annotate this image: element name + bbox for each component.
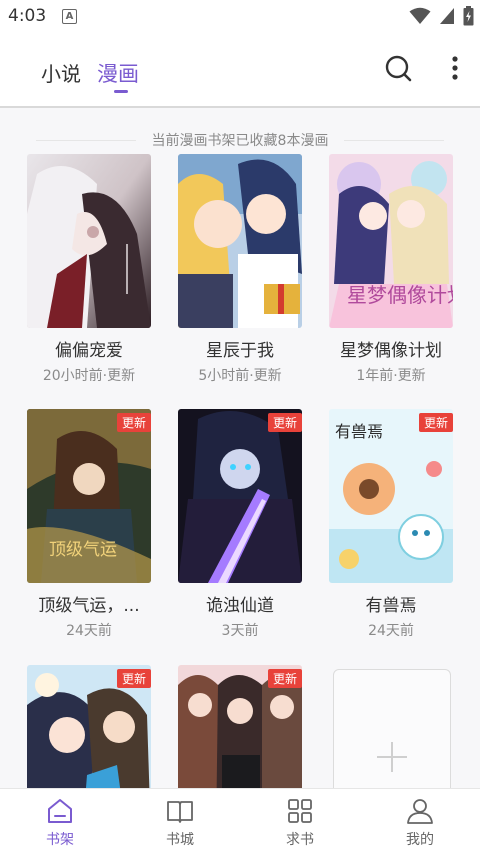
comic-update-time: 5小时前·更新 <box>198 368 282 384</box>
bookshelf-icon <box>48 799 72 823</box>
update-badge: 更新 <box>267 669 302 688</box>
nav-item-store[interactable]: 书城 <box>120 789 240 853</box>
nav-item-profile[interactable]: 我的 <box>360 789 480 853</box>
comic-title: 偏偏宠爱 <box>55 341 123 361</box>
more-options-button[interactable] <box>439 52 471 84</box>
nav-label: 书城 <box>166 832 194 848</box>
comic-card[interactable]: 更新 <box>178 665 304 788</box>
comic-cover: 星梦偶像计划 <box>329 154 453 328</box>
update-badge: 更新 <box>116 669 151 688</box>
shelf-summary: 当前漫画书架已收藏8本漫画 <box>151 133 329 149</box>
user-icon <box>407 799 433 824</box>
comic-title: 顶级气运，... <box>38 596 140 616</box>
tab-comic[interactable]: 漫画 <box>97 58 139 88</box>
grid-icon <box>288 799 312 823</box>
comic-update-time: 3天前 <box>221 623 259 639</box>
search-icon <box>385 55 412 82</box>
bookshelf-content[interactable]: 当前漫画书架已收藏8本漫画 偏偏宠爱 20小时前·更新 星辰于我 5小时前·更新… <box>0 108 480 788</box>
cover-logo-text: 有兽焉 <box>335 422 383 441</box>
wifi-icon <box>409 7 431 24</box>
nav-item-request[interactable]: 求书 <box>240 789 360 853</box>
status-icons <box>409 6 474 26</box>
update-badge: 更新 <box>116 413 151 432</box>
comic-card[interactable]: 星辰于我 5小时前·更新 <box>178 154 304 385</box>
nav-label: 书架 <box>46 832 74 848</box>
update-badge: 更新 <box>418 413 453 432</box>
cover-logo-text: 星梦偶像计划 <box>347 283 453 307</box>
comic-card[interactable]: 有兽焉 更新 有兽焉 24天前 <box>329 409 455 640</box>
active-tab-indicator <box>114 90 128 93</box>
comic-cover: 更新 <box>178 665 302 788</box>
comic-cover: 更新 <box>27 665 151 788</box>
comic-card[interactable]: 更新 <box>27 665 153 788</box>
status-bar: 4:03 A <box>0 0 480 32</box>
comic-cover <box>27 154 151 328</box>
cover-logo-text: 顶级气运 <box>49 540 117 560</box>
comic-update-time: 24天前 <box>368 623 414 639</box>
shelf-summary-row: 当前漫画书架已收藏8本漫画 <box>0 130 480 150</box>
comic-update-time: 1年前·更新 <box>356 368 426 384</box>
battery-icon <box>463 6 474 26</box>
search-button[interactable] <box>382 52 414 84</box>
nav-label: 求书 <box>286 832 314 848</box>
update-badge: 更新 <box>267 413 302 432</box>
comic-card[interactable]: 更新 诡浊仙道 3天前 <box>178 409 304 640</box>
more-vertical-icon <box>452 56 458 80</box>
comic-card[interactable]: 顶级气运 更新 顶级气运，... 24天前 <box>27 409 153 640</box>
comic-title: 星辰于我 <box>206 341 274 361</box>
nav-item-bookshelf[interactable]: 书架 <box>0 789 120 853</box>
comic-update-time: 24天前 <box>66 623 112 639</box>
comic-update-time: 20小时前·更新 <box>42 368 136 384</box>
app-header: 小说 漫画 <box>0 32 480 106</box>
comic-card[interactable]: 星梦偶像计划 星梦偶像计划 1年前·更新 <box>329 154 455 385</box>
bottom-navigation: 书架 书城 求书 我的 <box>0 788 480 853</box>
add-comic-button[interactable] <box>333 669 451 788</box>
comic-title: 诡浊仙道 <box>206 596 274 616</box>
book-open-icon <box>167 801 193 823</box>
comic-title: 星梦偶像计划 <box>340 341 442 361</box>
plus-icon-vertical <box>391 742 393 772</box>
status-time: 4:03 <box>8 6 47 26</box>
comic-cover <box>178 154 302 328</box>
comic-cover: 更新 <box>178 409 302 583</box>
nav-label: 我的 <box>406 832 434 848</box>
signal-icon <box>440 8 454 24</box>
comic-cover: 有兽焉 更新 <box>329 409 453 583</box>
comic-title: 有兽焉 <box>365 596 417 616</box>
tab-novel[interactable]: 小说 <box>41 58 81 87</box>
comic-card[interactable]: 偏偏宠爱 20小时前·更新 <box>27 154 153 385</box>
comic-cover: 顶级气运 更新 <box>27 409 151 583</box>
notification-icon: A <box>62 9 77 24</box>
